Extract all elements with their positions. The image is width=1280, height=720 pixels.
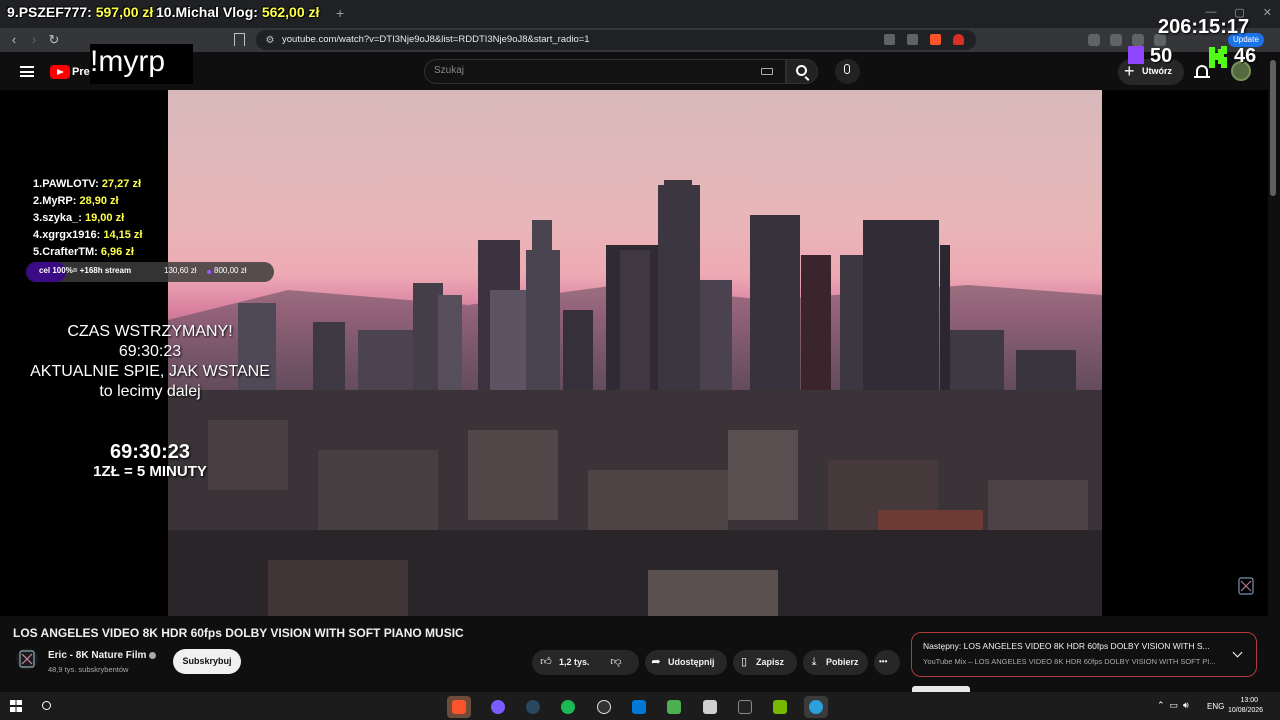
keyboard-icon[interactable] — [761, 68, 773, 75]
goal-current-amount: 130,60 zł — [164, 266, 197, 275]
screen: + — ▢ ✕ ‹ › ↻ ⚙ youtube.com/watch?v=DTI3… — [0, 0, 1280, 720]
pause-notice: CZAS WSTRZYMANY! 69:30:23 AKTUALNIE SPIE… — [0, 322, 300, 402]
like-icon[interactable]: 👍︎ — [540, 656, 552, 668]
channel-watermark-icon[interactable] — [1238, 577, 1254, 595]
translate-icon[interactable] — [884, 34, 895, 45]
up-next-subtitle: YouTube Mix – LOS ANGELES VIDEO 8K HDR 6… — [923, 657, 1216, 666]
bookmark-icon[interactable] — [234, 33, 245, 46]
leaderboard-row: 5.CrafterTM: 6,96 zł — [33, 246, 134, 258]
youtube-brand[interactable]: Pre — [72, 66, 90, 78]
scrollbar-thumb[interactable] — [1270, 60, 1276, 196]
system-tray-icons[interactable]: ⌃ ▭ 🔊︎ — [1157, 700, 1189, 711]
twitch-icon — [1128, 46, 1144, 64]
subscribe-button[interactable]: Subskrybuj — [173, 649, 241, 674]
kick-icon — [1209, 46, 1227, 68]
up-next-card[interactable] — [911, 632, 1257, 677]
menu-icon[interactable] — [20, 66, 34, 77]
pause-timer: 69:30:23 — [109, 441, 191, 463]
app-taskbar-icon[interactable] — [662, 696, 686, 718]
extension-icon[interactable] — [1088, 34, 1100, 46]
windows-start-icon[interactable] — [10, 700, 22, 712]
goal-label: cel 100%= +168h stream — [39, 266, 132, 275]
pause-line: 69:30:23 — [118, 343, 182, 360]
dislike-icon[interactable]: 👎︎ — [610, 656, 622, 668]
top-donor-tag: 10.Michal Vlog: 562,00 zł — [156, 4, 320, 20]
close-icon[interactable]: ✕ — [1263, 6, 1272, 19]
goal-separator-dot — [207, 270, 211, 274]
music-icon[interactable] — [1132, 34, 1144, 46]
search-placeholder: Szukaj — [434, 65, 465, 76]
language-indicator[interactable]: ENG — [1207, 702, 1224, 711]
leaderboard-row: 1.PAWLOTV: 27,27 zł — [33, 178, 142, 190]
command-text: !myrp — [90, 45, 165, 78]
url-text[interactable]: youtube.com/watch?v=DTI3Nje9oJ8&list=RDD… — [282, 34, 590, 45]
save-icon: ▯ — [740, 656, 748, 668]
donation-rate: 1ZŁ = 5 MINUTY — [93, 463, 207, 480]
video-title: LOS ANGELES VIDEO 8K HDR 60fps DOLBY VIS… — [13, 626, 464, 640]
pause-line: AKTUALNIE SPIE, JAK WSTANE — [30, 363, 270, 380]
channel-avatar[interactable] — [16, 648, 38, 670]
terminal-taskbar-icon[interactable] — [733, 696, 757, 718]
share-icon: ➦ — [651, 656, 661, 668]
obs-taskbar-icon[interactable] — [592, 696, 616, 718]
stream-timer: 206:15:17 — [1158, 16, 1250, 38]
nvidia-taskbar-icon[interactable] — [768, 696, 792, 718]
bell-icon[interactable] — [1194, 65, 1210, 78]
discord-taskbar-icon[interactable] — [486, 696, 510, 718]
spotify-taskbar-icon[interactable] — [556, 696, 580, 718]
goal-target-amount: 800,00 zł — [214, 266, 247, 275]
leaderboard-row: 4.xgrgx1916: 14,15 zł — [33, 229, 143, 241]
channel-name[interactable]: Eric - 8K Nature Film — [48, 650, 146, 661]
twitch-viewer-count: 50 — [1150, 45, 1173, 67]
city-skyline — [168, 180, 1102, 616]
like-count[interactable]: 1,2 tys. — [559, 657, 590, 667]
up-next-title[interactable]: Następny: LOS ANGELES VIDEO 8K HDR 60fps… — [923, 641, 1210, 651]
leaderboard-row: 3.szyka_: 19,00 zł — [33, 212, 125, 224]
clock[interactable]: 13:00 10/08/2026 — [1228, 696, 1264, 716]
forward-icon[interactable]: › — [26, 32, 42, 48]
brave-taskbar-icon[interactable] — [447, 696, 471, 718]
brave-rewards-icon[interactable] — [953, 34, 964, 45]
youtube-logo-icon[interactable] — [50, 65, 70, 79]
search-icon[interactable] — [796, 65, 807, 76]
top-donor-tag: 9.PSZEF777: 597,00 zł — [7, 4, 154, 20]
reload-icon[interactable]: ↻ — [46, 32, 62, 48]
download-label: Pobierz — [826, 657, 859, 667]
pause-line: to lecimy dalej — [99, 383, 201, 400]
verified-icon — [149, 652, 156, 659]
save-label: Zapisz — [756, 657, 785, 667]
kick-viewer-count: 46 — [1234, 45, 1257, 67]
pause-line: CZAS WSTRZYMANY! — [67, 323, 233, 340]
video-frame[interactable] — [168, 90, 1102, 616]
site-info-icon[interactable]: ⚙ — [262, 33, 278, 49]
leaderboard-row: 2.MyRP: 28,90 zł — [33, 195, 119, 207]
vscode-taskbar-icon[interactable] — [627, 696, 651, 718]
share-label: Udostępnij — [668, 657, 715, 667]
url-bar-icons — [884, 34, 964, 45]
taskbar-search-icon[interactable] — [42, 701, 51, 710]
download-icon: ⤓ — [811, 656, 817, 668]
telegram-taskbar-icon[interactable] — [804, 696, 828, 718]
subscriber-count: 48,9 tys. subskrybentów — [48, 665, 129, 674]
mic-icon — [844, 64, 850, 74]
more-icon: ••• — [879, 657, 888, 666]
brave-shield-icon[interactable] — [930, 34, 941, 45]
clock-time: 13:00 — [1240, 697, 1258, 704]
clock-date: 10/08/2026 — [1228, 707, 1264, 714]
search-input[interactable] — [424, 59, 786, 84]
extension-icon[interactable] — [1110, 34, 1122, 46]
donor-leaderboard: 1.PAWLOTV: 27,27 zł 2.MyRP: 28,90 zł 3.s… — [33, 176, 142, 261]
cast-icon[interactable] — [907, 34, 918, 45]
app-taskbar-icon[interactable] — [698, 696, 722, 718]
new-tab-button[interactable]: + — [336, 5, 344, 21]
back-icon[interactable]: ‹ — [6, 32, 22, 48]
steam-taskbar-icon[interactable] — [521, 696, 545, 718]
